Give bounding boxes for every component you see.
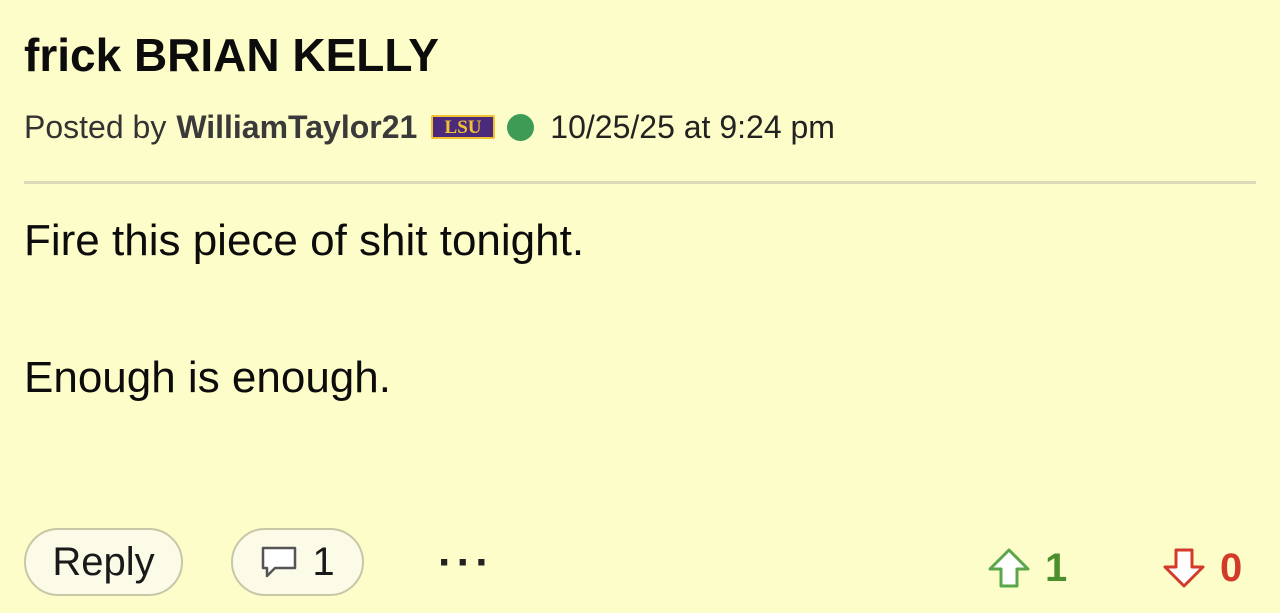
comment-count: 1 — [312, 539, 335, 584]
downvote-button[interactable]: 0 — [1162, 544, 1242, 592]
arrow-down-icon — [1163, 548, 1205, 588]
post-meta: Posted by WilliamTaylor21 LSU 10/25/25 a… — [24, 104, 835, 150]
comments-button[interactable]: 1 — [231, 528, 364, 596]
author-link[interactable]: WilliamTaylor21 — [176, 109, 417, 146]
lsu-logo-icon: LSU — [431, 115, 496, 139]
upvote-button[interactable]: 1 — [987, 544, 1067, 592]
post-container: frick BRIAN KELLY Posted by WilliamTaylo… — [0, 0, 1280, 613]
arrow-up-icon — [988, 548, 1030, 588]
speech-bubble-icon — [260, 545, 298, 579]
online-dot-icon — [507, 113, 535, 141]
reply-button[interactable]: Reply — [24, 528, 183, 596]
upvote-count: 1 — [1045, 545, 1068, 590]
more-options-button[interactable]: ··· — [438, 541, 494, 585]
post-timestamp: 10/25/25 at 9:24 pm — [550, 108, 835, 145]
post-body-line: Fire this piece of shit tonight. — [24, 216, 585, 265]
team-logo-text: LSU — [445, 117, 482, 138]
post-body-line: Enough is enough. — [24, 353, 391, 402]
posted-by-label: Posted by — [24, 108, 167, 145]
downvote-count: 0 — [1220, 545, 1243, 590]
post-title: frick BRIAN KELLY — [24, 29, 439, 81]
reply-button-label: Reply — [52, 539, 155, 584]
header-divider — [24, 181, 1256, 184]
